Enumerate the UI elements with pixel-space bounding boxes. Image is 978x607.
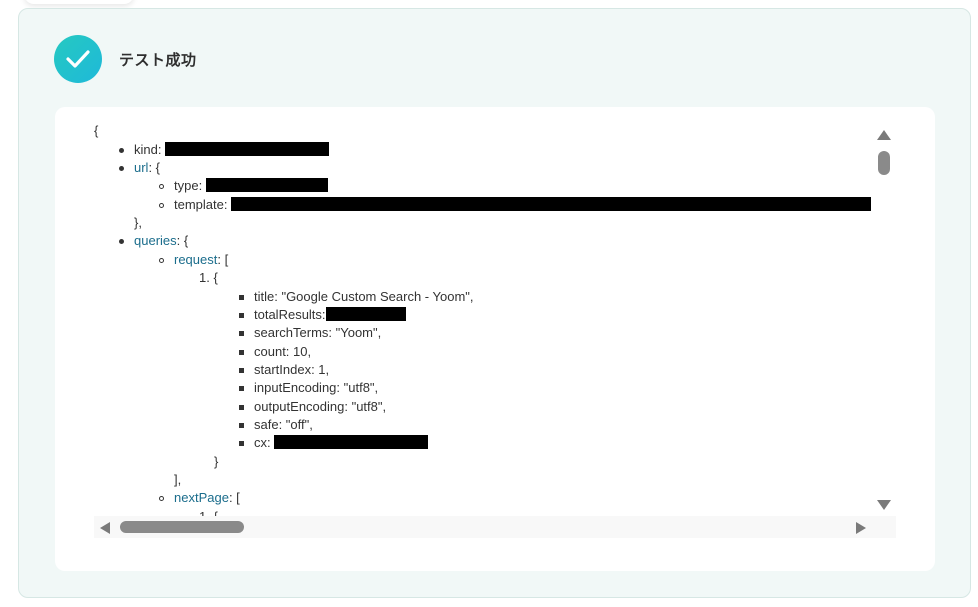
json-array-item-open: 1. { — [199, 270, 218, 285]
scroll-up-icon[interactable] — [877, 130, 891, 140]
bullet-circle-icon — [159, 496, 164, 501]
bullet-square-icon — [239, 441, 244, 446]
json-field-title: title: "Google Custom Search - Yoom", — [254, 289, 474, 304]
json-url-close: }, — [134, 215, 142, 230]
json-row-nextpage: nextPage: [ — [174, 490, 240, 505]
vertical-scroll-thumb[interactable] — [878, 151, 890, 175]
bullet-square-icon — [239, 313, 244, 318]
json-row-queries: queries: { — [134, 233, 189, 248]
json-tree-viewport[interactable]: { kind: url: { type: template: }, querie… — [94, 118, 874, 516]
redacted-value — [274, 435, 429, 449]
bullet-square-icon — [239, 423, 244, 428]
json-request-close: ], — [174, 472, 182, 487]
check-icon — [54, 35, 102, 83]
status-title: テスト成功 — [119, 52, 197, 69]
bullet-disc-icon — [119, 239, 124, 244]
redacted-value — [325, 307, 406, 321]
json-key-template: template — [174, 197, 224, 212]
json-field-safe: safe: "off", — [254, 417, 313, 432]
bullet-disc-icon — [119, 166, 124, 171]
json-key-type: type — [174, 178, 199, 193]
json-field-totalresults: totalResults: — [254, 306, 406, 324]
json-row-type: type: — [174, 177, 328, 195]
json-partial-item: 1. { — [199, 508, 218, 516]
bullet-circle-icon — [159, 203, 164, 208]
redacted-value — [165, 142, 330, 156]
bullet-circle-icon — [159, 184, 164, 189]
json-key-kind: kind — [134, 142, 158, 157]
json-key-request[interactable]: request — [174, 252, 217, 267]
previous-card-shadow — [24, 0, 134, 4]
json-key-nextpage[interactable]: nextPage — [174, 490, 229, 505]
bullet-square-icon — [239, 350, 244, 355]
bullet-square-icon — [239, 386, 244, 391]
json-array-item-close: } — [214, 454, 219, 469]
json-field-searchterms: searchTerms: "Yoom", — [254, 325, 382, 340]
bullet-disc-icon — [119, 148, 124, 153]
scroll-down-icon[interactable] — [877, 500, 891, 510]
json-field-count: count: 10, — [254, 344, 312, 359]
json-field-inputencoding: inputEncoding: "utf8", — [254, 380, 379, 395]
bullet-circle-icon — [159, 258, 164, 263]
json-open-brace: { — [94, 123, 99, 138]
json-key-url[interactable]: url — [134, 160, 148, 175]
bullet-square-icon — [239, 405, 244, 410]
horizontal-scroll-thumb[interactable] — [120, 521, 244, 533]
horizontal-scrollbar[interactable] — [94, 516, 896, 538]
json-row-url: url: { — [134, 160, 161, 175]
scroll-left-icon[interactable] — [100, 522, 110, 534]
json-field-cx: cx: — [254, 434, 429, 452]
json-row-template: template: — [174, 196, 872, 214]
bullet-square-icon — [239, 331, 244, 336]
vertical-scrollbar[interactable] — [874, 124, 894, 516]
bullet-square-icon — [239, 368, 244, 373]
redacted-value — [231, 197, 872, 211]
bullet-square-icon — [239, 295, 244, 300]
json-key-queries[interactable]: queries — [134, 233, 177, 248]
scroll-right-icon[interactable] — [856, 522, 866, 534]
redacted-value — [205, 178, 328, 192]
json-field-outputencoding: outputEncoding: "utf8", — [254, 399, 387, 414]
json-row-kind: kind: — [134, 141, 330, 159]
json-field-startindex: startIndex: 1, — [254, 362, 330, 377]
json-row-request: request: [ — [174, 252, 229, 267]
